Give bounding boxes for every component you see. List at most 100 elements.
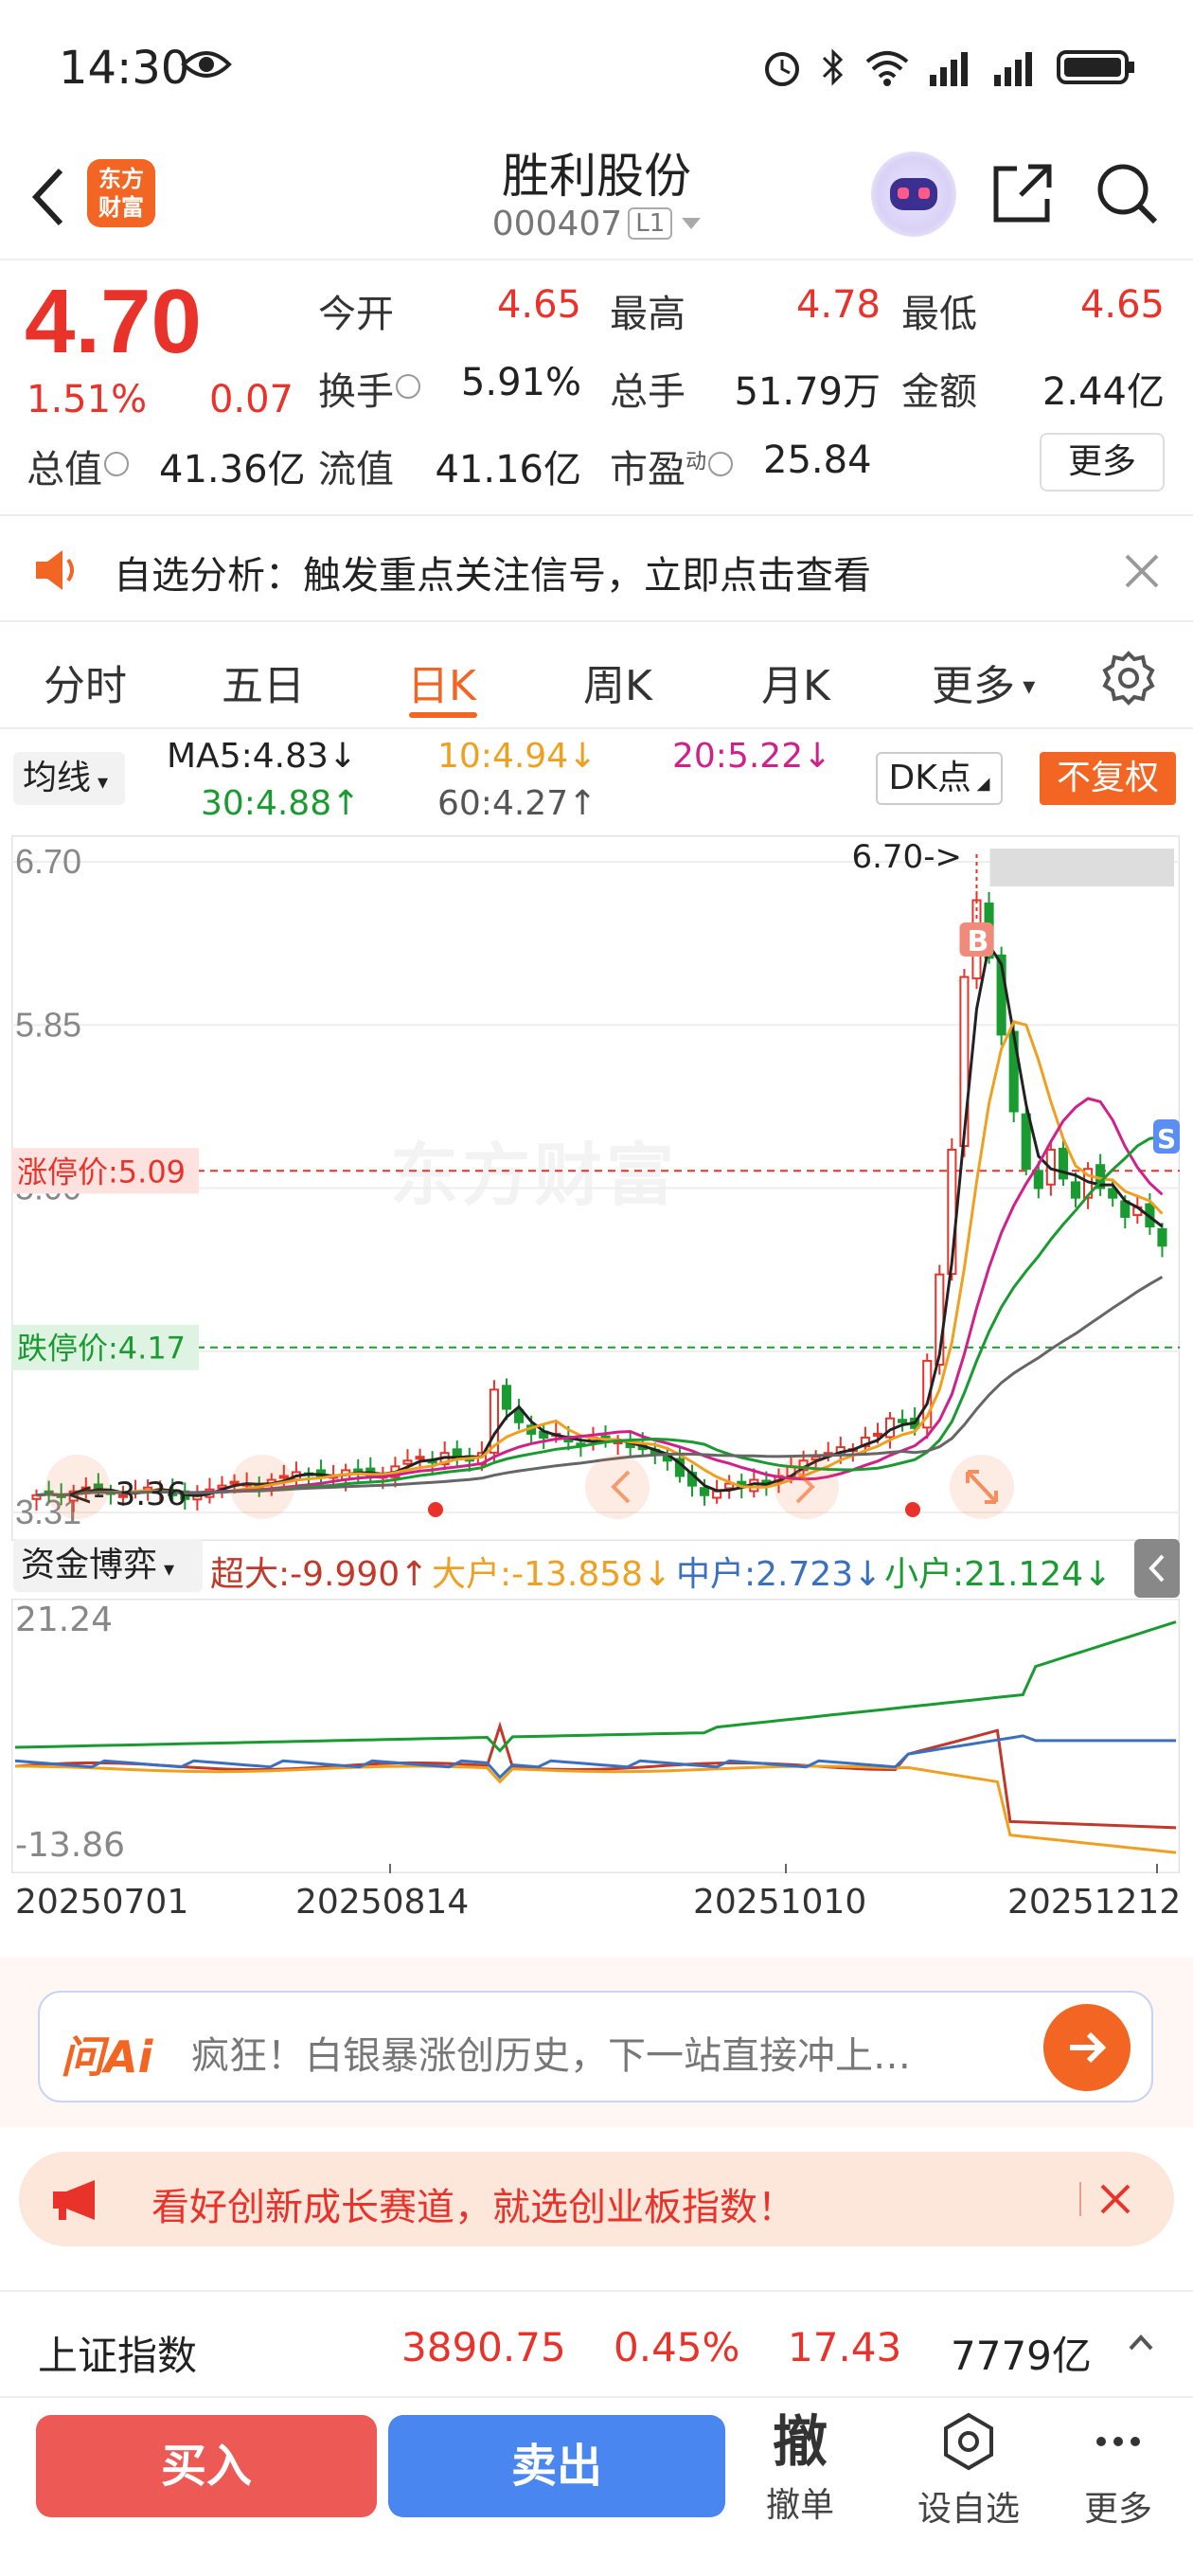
fund-flow-legend: 资金博弈 ▾ 超大:-9.990↑ 大户:-13.858↓ 中户:2.723↓ … xyxy=(0,1539,1193,1598)
kline-chart[interactable]: 东方财富 6.705.855.004.153.31涨停价:5.09跌停价:4.1… xyxy=(11,835,1180,1541)
megaphone-icon xyxy=(53,2180,95,2220)
float-cap-value: 41.16亿 xyxy=(435,448,581,492)
search-icon[interactable] xyxy=(1089,155,1165,231)
y-tick-label: 5.85 xyxy=(15,1005,81,1044)
candle xyxy=(686,1464,698,1497)
ma20-line xyxy=(36,1097,1164,1497)
next-button xyxy=(775,1455,839,1519)
signal-icon-1 xyxy=(930,52,968,86)
candle-body xyxy=(872,1432,883,1437)
index-change: 17.43 xyxy=(788,2324,902,2370)
share-icon[interactable] xyxy=(985,155,1060,231)
fund-flow-chart[interactable]: 21.24 -13.86 xyxy=(11,1599,1180,1873)
more-label: 更多 xyxy=(1083,2490,1152,2529)
index-value: 3890.75 xyxy=(401,2324,566,2370)
tab-weekly-k[interactable]: 周K xyxy=(583,652,652,712)
signal-icon-2 xyxy=(994,52,1032,86)
notice-bar[interactable]: 自选分析：触发重点关注信号，立即点击查看 xyxy=(0,518,1193,622)
gear-icon[interactable] xyxy=(1100,650,1157,707)
large-value: 大户:-13.858↓ xyxy=(432,1555,672,1594)
change-amount: 0.07 xyxy=(208,378,294,421)
more-quote-button[interactable]: 更多 xyxy=(1040,433,1165,492)
volume-label: 总手 xyxy=(610,370,686,414)
ai-send-button[interactable] xyxy=(1043,2004,1131,2091)
pe-label: 市盈动 xyxy=(610,438,734,493)
promo-banner[interactable]: 看好创新成长赛道，就选创业板指数！ xyxy=(19,2152,1174,2246)
candle-body xyxy=(712,1490,722,1499)
event-dot xyxy=(905,1502,920,1517)
ma20-value: 20:5.22↓ xyxy=(672,737,832,776)
candle-body xyxy=(1033,1170,1043,1190)
index-ticker[interactable]: 上证指数 3890.75 0.45% 17.43 7779亿 xyxy=(0,2290,1193,2394)
candle-body xyxy=(1157,1227,1167,1247)
tab-five-day[interactable]: 五日 xyxy=(222,652,305,712)
status-time: 14:30 xyxy=(59,42,190,95)
date-tick: 20250701 xyxy=(15,1883,189,1922)
divider xyxy=(1079,2182,1081,2216)
battery-icon xyxy=(1057,50,1134,84)
y-tick-label: 6.70 xyxy=(15,842,81,881)
ask-ai-input[interactable]: 问Ai 疯狂！白银暴涨创历史，下一站直接冲上… xyxy=(38,1991,1153,2102)
date-tick: 20251010 xyxy=(693,1883,867,1922)
limit-down-label: 跌停价:4.17 xyxy=(17,1331,186,1367)
open-value: 4.65 xyxy=(496,283,581,327)
candle-body xyxy=(1070,1181,1081,1199)
skip-back-button xyxy=(45,1455,110,1519)
candle-body xyxy=(700,1487,710,1496)
change-percent: 1.51% xyxy=(27,378,148,421)
dk-point-button[interactable]: DK点 ◢ xyxy=(876,752,1003,805)
info-icon[interactable] xyxy=(104,452,129,476)
more-menu-button[interactable]: 更多 xyxy=(1057,2411,1180,2531)
info-icon[interactable] xyxy=(708,452,734,476)
ma-selector[interactable]: 均线 ▾ xyxy=(13,752,125,805)
adjust-button[interactable]: 不复权 xyxy=(1040,752,1176,805)
low-value: 4.65 xyxy=(1079,283,1165,327)
active-tab-indicator xyxy=(409,712,477,718)
highlight-band xyxy=(989,849,1174,886)
bottom-toolbar: 买入 卖出 撤 撤单 设自选 更多 xyxy=(0,2396,1193,2576)
tab-intraday[interactable]: 分时 xyxy=(44,652,127,712)
sell-button[interactable]: 卖出 xyxy=(388,2415,725,2517)
header: 东方 财富 胜利股份 000407 L1 xyxy=(0,133,1193,260)
wifi-icon xyxy=(865,51,909,86)
ma10-value: 10:4.94↓ xyxy=(437,737,597,776)
collapse-button[interactable] xyxy=(1134,1539,1180,1598)
bluetooth-icon xyxy=(822,48,844,86)
status-icons xyxy=(761,44,1136,91)
tab-daily-k[interactable]: 日K xyxy=(407,652,476,712)
more-icon xyxy=(1096,2437,1140,2446)
robot-assistant-icon[interactable] xyxy=(871,152,956,237)
ai-prompt-text: 疯狂！白银暴涨创历史，下一站直接冲上… xyxy=(191,2034,911,2078)
watchlist-icon xyxy=(944,2412,993,2471)
info-icon[interactable] xyxy=(396,374,420,399)
market-cap-label: 总值 xyxy=(27,438,129,493)
fund-flow-selector[interactable]: 资金博弈 ▾ xyxy=(13,1539,203,1592)
candle xyxy=(1157,1223,1167,1258)
eye-icon xyxy=(181,51,232,78)
candle-body xyxy=(452,1448,462,1458)
medium-value: 中户:2.723↓ xyxy=(676,1555,882,1594)
float-cap-label: 流值 xyxy=(318,448,394,492)
cancel-order-button[interactable]: 撤 撤单 xyxy=(739,2411,862,2527)
tab-monthly-k[interactable]: 月K xyxy=(761,652,830,712)
high-value: 4.78 xyxy=(795,283,881,327)
buy-button[interactable]: 买入 xyxy=(36,2415,377,2517)
chevron-up-icon[interactable] xyxy=(1127,2332,1155,2354)
close-icon[interactable] xyxy=(1096,2180,1134,2218)
arrow-right-icon xyxy=(1070,2031,1107,2064)
candle-body xyxy=(402,1459,413,1465)
limit-up-label: 涨停价:5.09 xyxy=(17,1154,186,1190)
prev-button xyxy=(585,1455,650,1519)
turnover-value: 5.91% xyxy=(460,361,581,404)
candle xyxy=(489,1380,499,1463)
high-marker-label: 6.70-> xyxy=(851,838,961,876)
y-tick-label: -13.86 xyxy=(15,1826,125,1865)
candle xyxy=(303,1467,314,1486)
tab-more[interactable]: 更多 ▾ xyxy=(932,652,1035,712)
market-cap-value: 41.36亿 xyxy=(159,448,306,492)
status-bar: 14:30 xyxy=(0,0,1193,133)
close-icon[interactable] xyxy=(1123,552,1161,590)
candle-body xyxy=(898,1419,908,1423)
add-watchlist-button[interactable]: 设自选 xyxy=(907,2411,1030,2531)
stock-code: 000407 xyxy=(491,205,623,243)
